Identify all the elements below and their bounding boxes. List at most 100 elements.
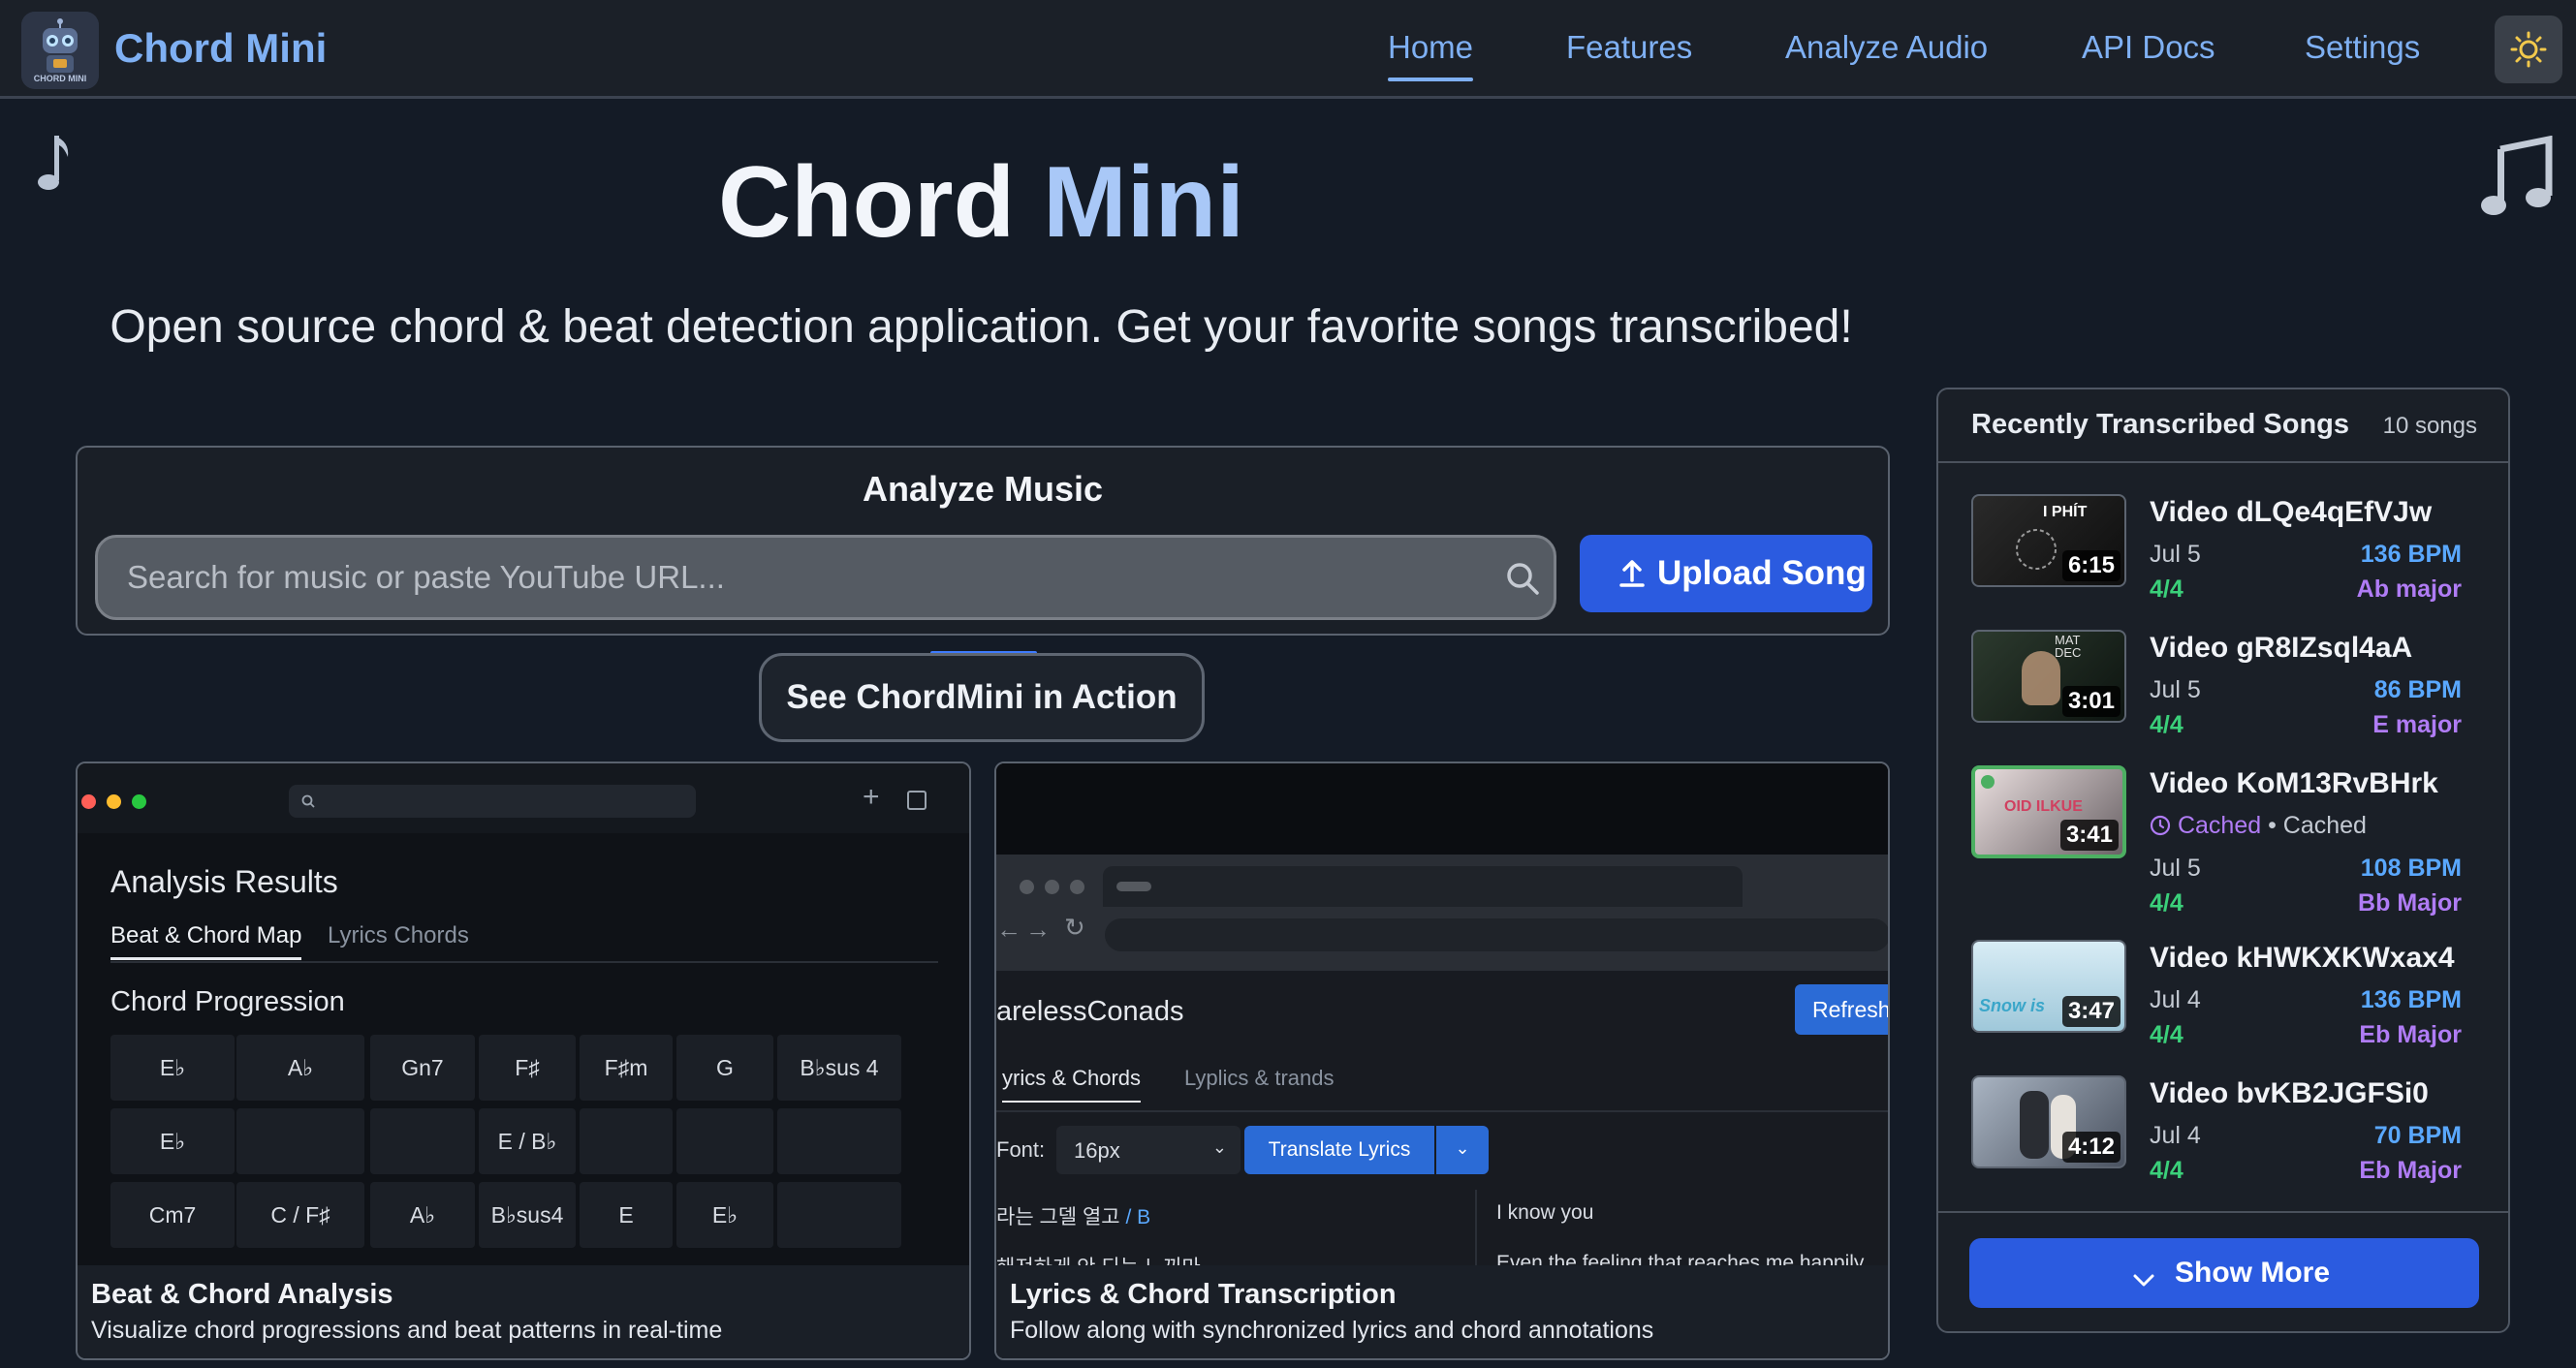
chord-cell (370, 1108, 475, 1174)
tab-divider (996, 1110, 1888, 1112)
double-music-note-icon (2481, 135, 2553, 224)
song-thumbnail[interactable]: MAT DEC 3:01 (1971, 630, 2126, 723)
chord-progression-heading: Chord Progression (110, 986, 345, 1017)
song-time-signature: 4/4 (2150, 889, 2183, 917)
song-item[interactable]: MAT DEC 3:01 Video gR8IZsql4aA Jul 5 86 … (1938, 630, 2508, 756)
song-title[interactable]: Video bvKB2JGFSi0 (2150, 1077, 2429, 1110)
nav-analyze-audio[interactable]: Analyze Audio (1785, 29, 1988, 66)
song-thumbnail[interactable]: 4:12 (1971, 1075, 2126, 1168)
lyric-english-line: I know you (1496, 1201, 1594, 1224)
chord-cell (777, 1182, 901, 1248)
song-item[interactable]: I PHÍT 6:15 Video dLQe4qEfVJw Jul 5 136 … (1938, 494, 2508, 620)
thumbnail-text: MAT DEC (2055, 633, 2082, 660)
chord-cell: B♭sus 4 (777, 1035, 901, 1101)
search-icon (301, 794, 315, 808)
window-maximize-dot (132, 794, 146, 809)
song-date: Jul 5 (2150, 541, 2201, 568)
chord-cell: C / F♯ (236, 1182, 364, 1248)
chord-cell: Cm7 (110, 1182, 235, 1248)
see-chordmini-in-action-button[interactable]: See ChordMini in Action (759, 653, 1205, 742)
song-duration: 4:12 (2061, 1132, 2120, 1163)
song-bpm: 86 BPM (2373, 676, 2462, 703)
upload-song-label: Upload Song (1657, 554, 1867, 592)
song-bpm: 136 BPM (2360, 541, 2462, 568)
hero-subtitle: Open source chord & beat detection appli… (110, 301, 1853, 353)
brand-name[interactable]: Chord Mini (114, 25, 327, 72)
tab-lyrics-trands: Lyplics & trands (1184, 1066, 1335, 1090)
song-key: Ab major (2356, 575, 2462, 603)
font-size-value: 16px (1074, 1138, 1120, 1163)
tab-lyrics-chords: Lyrics Chords (328, 922, 469, 948)
recent-songs-panel: Recently Transcribed Songs 10 songs I PH… (1936, 388, 2510, 1333)
demo-caption-description: Follow along with synchronized lyrics an… (1010, 1317, 1654, 1344)
song-key: Eb Major (2359, 1157, 2462, 1184)
show-more-button[interactable]: Show More (1969, 1238, 2479, 1308)
translate-lyrics-button: Translate Lyrics (1244, 1126, 1434, 1174)
song-title[interactable]: Video dLQe4qEfVJw (2150, 496, 2432, 529)
recent-songs-header: Recently Transcribed Songs 10 songs (1938, 389, 2508, 463)
demo-caption-title: Beat & Chord Analysis (91, 1279, 393, 1310)
tab-beat-chord-map: Beat & Chord Map (110, 922, 302, 960)
song-title[interactable]: Video kHWKXKWxax4 (2150, 942, 2455, 975)
nav-api-docs[interactable]: API Docs (2082, 29, 2215, 66)
cached-plain-label: Cached (2282, 812, 2367, 839)
nav-home[interactable]: Home (1388, 29, 1474, 81)
chord-cell: B♭sus4 (479, 1182, 576, 1248)
chord-cell: G (676, 1035, 773, 1101)
cached-status: Cached • Cached (2150, 812, 2367, 840)
song-time-signature: 4/4 (2150, 711, 2183, 738)
upload-song-button[interactable]: Upload Song (1580, 535, 1872, 612)
demo-card-beat-chord[interactable]: + Analysis Results Beat & Chord Map Lyri… (76, 762, 971, 1360)
song-date: Jul 5 (2150, 676, 2201, 703)
chord-cell (777, 1108, 901, 1174)
song-item[interactable]: Snow is 3:47 Video kHWKXKWxax4 Jul 4 136… (1938, 940, 2508, 1066)
back-arrow-icon: ← (996, 915, 1021, 944)
nav-settings[interactable]: Settings (2305, 29, 2420, 66)
address-bar (1105, 918, 1888, 951)
song-bpm: 136 BPM (2360, 986, 2462, 1013)
search-icon[interactable] (1503, 559, 1542, 603)
song-title[interactable]: Video gR8IZsql4aA (2150, 632, 2412, 665)
song-time-signature: 4/4 (2150, 1157, 2183, 1184)
chevron-down-icon (2132, 1263, 2155, 1296)
song-bpm: 70 BPM (2373, 1122, 2462, 1149)
song-item-cached[interactable]: OID ILKUE 3:41 Video KoM13RvBHrk Cached … (1938, 765, 2508, 930)
nav-features[interactable]: Features (1566, 29, 1692, 66)
analyze-title: Analyze Music (862, 469, 1104, 509)
theme-toggle-button[interactable] (2495, 16, 2562, 83)
cached-indicator-dot (1981, 775, 1995, 789)
song-thumbnail[interactable]: I PHÍT 6:15 (1971, 494, 2126, 587)
window-dot (1070, 880, 1084, 894)
song-time-signature: 4/4 (2150, 575, 2183, 603)
font-size-select: 16px ⌄ (1056, 1126, 1241, 1174)
demo-caption-title: Lyrics & Chord Transcription (1010, 1279, 1397, 1310)
song-item[interactable]: 4:12 Video bvKB2JGFSi0 Jul 4 70 BPM 4/4 … (1938, 1075, 2508, 1201)
song-date: Jul 4 (2150, 986, 2201, 1013)
show-more-label: Show More (2175, 1257, 2331, 1289)
hero-title-part2: Mini (1043, 146, 1245, 259)
song-date: Jul 4 (2150, 1122, 2201, 1149)
cached-label: Cached (2177, 812, 2262, 839)
clock-icon (2150, 815, 2171, 836)
song-time-signature: 4/4 (2150, 1021, 2183, 1048)
robot-logo-icon[interactable]: CHORD MINI (21, 12, 99, 89)
browser-tab (1103, 866, 1743, 907)
song-key: Bb Major (2358, 889, 2462, 917)
search-box[interactable] (95, 535, 1556, 620)
reload-icon: ↻ (1064, 913, 1085, 942)
chord-cell (580, 1108, 673, 1174)
song-duration: 3:47 (2061, 996, 2120, 1027)
logo-text: CHORD MINI (33, 74, 87, 83)
window-dot (1045, 880, 1059, 894)
chord-cell: A♭ (370, 1182, 475, 1248)
forward-arrow-icon: → (1025, 915, 1051, 944)
search-input[interactable] (127, 538, 1464, 617)
song-thumbnail[interactable]: Snow is 3:47 (1971, 940, 2126, 1033)
sun-icon (2510, 31, 2547, 68)
demo-address-bar (289, 785, 696, 818)
demo-card-lyrics[interactable]: ← → ↻ arelessConads Refresh yrics & Chor… (994, 762, 1890, 1360)
chord-cell: E (580, 1182, 673, 1248)
song-title[interactable]: Video KoM13RvBHrk (2150, 767, 2438, 800)
window-dot (1020, 880, 1034, 894)
song-thumbnail[interactable]: OID ILKUE 3:41 (1971, 765, 2126, 858)
